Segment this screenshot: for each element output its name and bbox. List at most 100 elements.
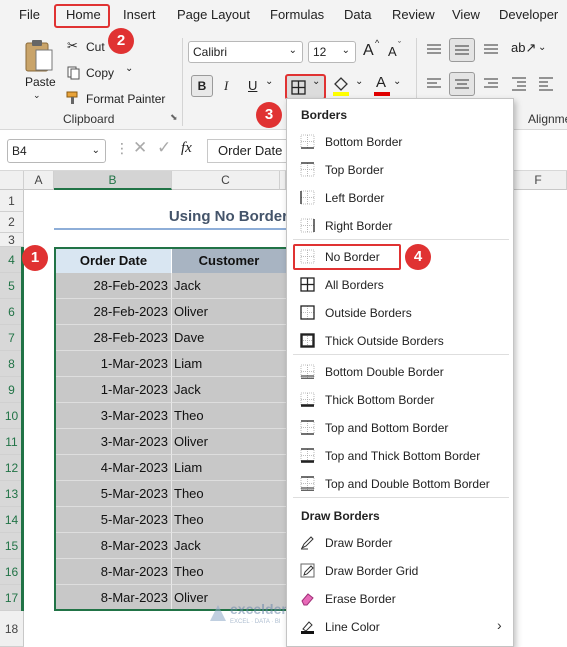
menu-data[interactable]: Data: [344, 7, 371, 22]
font-size-box[interactable]: 12 ⌄: [308, 41, 356, 63]
scissors-icon[interactable]: ✂: [67, 38, 78, 54]
border-option-label: Thick Bottom Border: [325, 393, 435, 407]
row-selection-indicator: [21, 247, 24, 611]
indent-icon[interactable]: [511, 76, 527, 92]
italic-button[interactable]: I: [224, 78, 228, 94]
underline-button[interactable]: U: [248, 78, 257, 93]
format-painter-label[interactable]: Format Painter: [86, 92, 165, 106]
function-icon[interactable]: fx: [181, 140, 192, 157]
column-header-a[interactable]: A: [24, 171, 54, 190]
enter-icon[interactable]: ✓: [157, 138, 171, 158]
align-middle-button[interactable]: [449, 38, 475, 62]
menu-developer[interactable]: Developer: [499, 7, 558, 22]
step-badge-3: 3: [256, 102, 282, 128]
ribbon-separator: [182, 38, 183, 126]
border-option-right[interactable]: Right Border: [293, 213, 507, 239]
border-option-thick-bottom[interactable]: Thick Bottom Border: [293, 387, 507, 413]
menu-insert[interactable]: Insert: [123, 7, 156, 22]
cancel-icon[interactable]: ✕: [133, 138, 147, 158]
clipboard-group-label: Clipboard: [63, 112, 115, 126]
border-option-all[interactable]: All Borders: [293, 272, 507, 298]
border-option-top-double-bottom[interactable]: Top and Double Bottom Border: [293, 471, 507, 497]
column-header-c[interactable]: C: [172, 171, 280, 190]
align-left-icon[interactable]: [426, 77, 442, 91]
cut-label[interactable]: Cut: [86, 40, 105, 54]
align-center-button[interactable]: [449, 72, 475, 96]
font-name-box[interactable]: Calibri ⌄: [188, 41, 303, 63]
orientation-chevron-icon[interactable]: ⌄: [538, 42, 546, 53]
fill-chevron-icon[interactable]: ⌄: [355, 76, 363, 87]
border-option-top-thick-bottom[interactable]: Top and Thick Bottom Border: [293, 443, 507, 469]
orientation-icon[interactable]: ab↗: [511, 40, 536, 56]
copy-chevron-icon[interactable]: ⌄: [125, 63, 133, 74]
border-option-label: Top Border: [325, 163, 384, 177]
pencil-grid-icon: [300, 563, 315, 578]
menu-view[interactable]: View: [452, 7, 480, 22]
draw-option-label: Draw Border: [325, 536, 393, 550]
formula-input[interactable]: Order Date: [207, 139, 287, 163]
align-center-icon: [455, 79, 469, 89]
right-border-icon: [300, 218, 315, 233]
name-box[interactable]: B4 ⌄: [7, 139, 106, 163]
menu-file[interactable]: File: [19, 7, 40, 22]
name-box-value: B4: [12, 144, 27, 158]
font-name-value: Calibri: [193, 45, 228, 59]
align-middle-icon: [455, 45, 469, 55]
paste-label[interactable]: Paste: [25, 75, 56, 89]
border-option-bottom-double[interactable]: Bottom Double Border: [293, 359, 507, 385]
copy-label[interactable]: Copy: [86, 66, 114, 80]
eraser-icon: [300, 591, 315, 606]
border-option-top[interactable]: Top Border: [293, 157, 507, 183]
row-header[interactable]: 1: [0, 190, 24, 212]
border-option-label: All Borders: [325, 278, 384, 292]
menu-review[interactable]: Review: [392, 7, 435, 22]
draw-option-draw-border[interactable]: Draw Border: [293, 530, 507, 556]
border-option-thick-outside[interactable]: Thick Outside Borders: [293, 328, 507, 354]
border-option-label: Left Border: [325, 191, 385, 205]
table-title[interactable]: Using No Border: [100, 208, 288, 230]
column-header-b[interactable]: B: [54, 171, 172, 190]
underline-chevron-icon[interactable]: ⌄: [265, 76, 273, 87]
font-color-chevron-icon[interactable]: ⌄: [393, 76, 401, 87]
align-top-icon[interactable]: [426, 43, 442, 57]
paste-chevron-icon[interactable]: ⌄: [33, 90, 41, 101]
fill-color-icon[interactable]: [330, 74, 352, 98]
grow-font-caret-icon: ^: [375, 38, 380, 48]
shrink-font-icon[interactable]: A: [388, 44, 397, 59]
thick-bottom-border-icon: [300, 392, 315, 407]
align-bottom-icon[interactable]: [483, 43, 499, 57]
copy-icon[interactable]: [67, 66, 80, 80]
border-option-none[interactable]: No Border: [293, 244, 401, 270]
row-header[interactable]: 18: [0, 611, 24, 647]
row-header[interactable]: 2: [0, 212, 24, 233]
dialog-launcher-icon[interactable]: ⬊: [170, 112, 178, 123]
home-highlight: [54, 4, 110, 28]
font-color-button[interactable]: A: [373, 74, 391, 98]
grow-font-icon[interactable]: A: [363, 42, 374, 60]
border-option-label: Outside Borders: [325, 306, 412, 320]
outdent-icon[interactable]: [538, 76, 554, 92]
bold-button[interactable]: B: [191, 75, 213, 97]
borders-button[interactable]: ⌄: [285, 74, 326, 100]
draw-option-line-color[interactable]: Line Color ›: [293, 614, 507, 640]
menu-formulas[interactable]: Formulas: [270, 7, 324, 22]
border-option-top-bottom[interactable]: Top and Bottom Border: [293, 415, 507, 441]
column-header-f[interactable]: F: [510, 171, 567, 190]
border-option-outside[interactable]: Outside Borders: [293, 300, 507, 326]
paste-icon[interactable]: [22, 38, 56, 74]
draw-option-erase-border[interactable]: Erase Border: [293, 586, 507, 612]
border-option-bottom[interactable]: Bottom Border: [293, 129, 507, 155]
top-border-icon: [300, 162, 315, 177]
thick-outside-border-icon: [300, 333, 315, 348]
menu-page-layout[interactable]: Page Layout: [177, 7, 250, 22]
step-badge-2: 2: [108, 28, 134, 54]
format-painter-icon[interactable]: [66, 91, 82, 105]
border-option-left[interactable]: Left Border: [293, 185, 507, 211]
bottom-border-icon: [300, 134, 315, 149]
select-all-corner[interactable]: [0, 171, 24, 190]
align-right-icon[interactable]: [483, 77, 499, 91]
row-header[interactable]: 3: [0, 233, 24, 247]
border-option-label: No Border: [325, 250, 380, 264]
draw-option-draw-border-grid[interactable]: Draw Border Grid: [293, 558, 507, 584]
shrink-font-caret-icon: ˇ: [398, 40, 401, 50]
